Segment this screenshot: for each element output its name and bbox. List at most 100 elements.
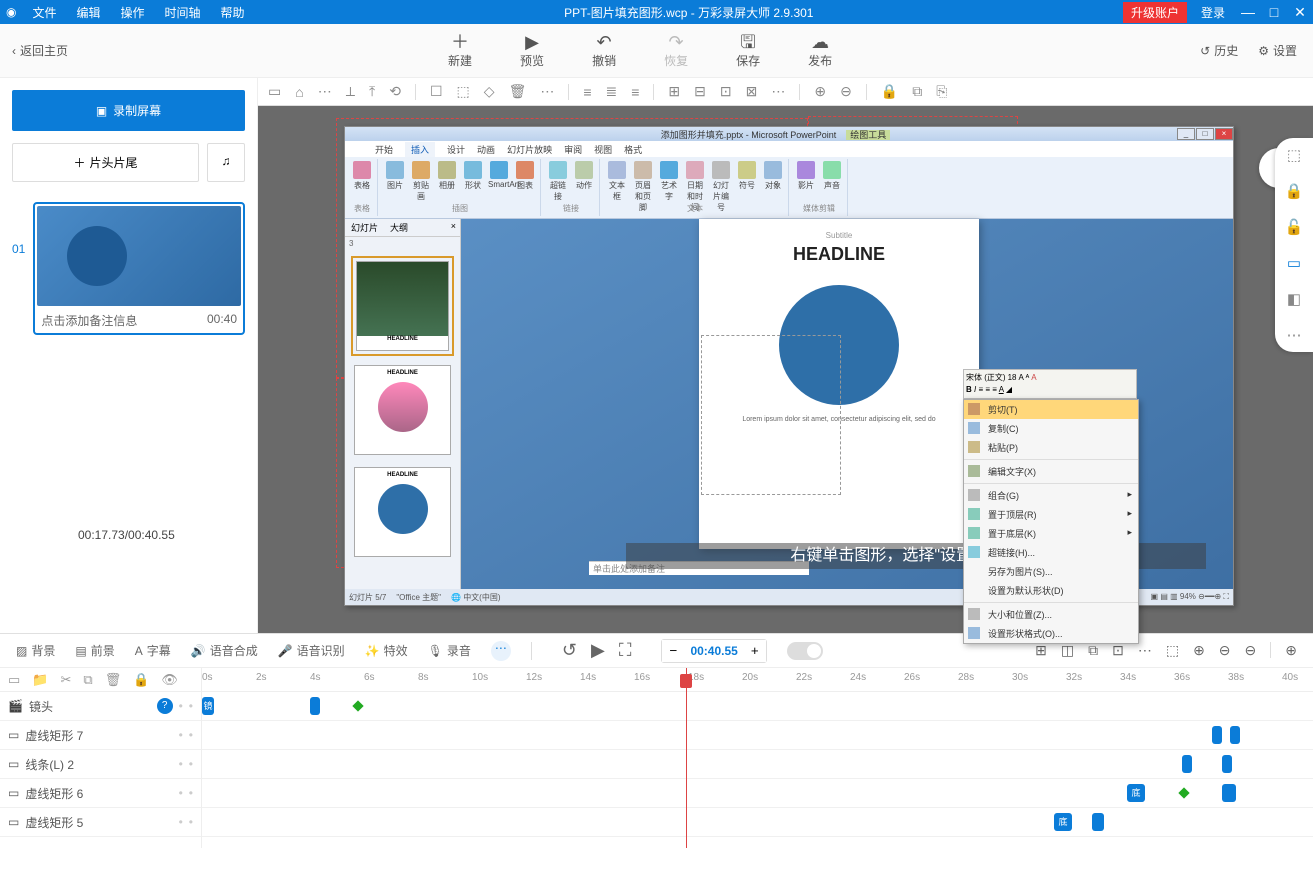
menu-action[interactable]: 操作 bbox=[111, 4, 155, 21]
right-tool-icon[interactable]: ◧ bbox=[1287, 290, 1301, 308]
canvas-tool-icon[interactable]: 🔒 bbox=[881, 83, 898, 100]
track-label[interactable]: ▭虚线矩形 6•• bbox=[0, 779, 201, 808]
timeline-clip[interactable] bbox=[1212, 726, 1222, 744]
canvas-tool-icon[interactable]: ⎘ bbox=[936, 83, 947, 100]
music-button[interactable]: ♫ bbox=[207, 143, 245, 182]
track-label[interactable]: ▭虚线矩形 7•• bbox=[0, 721, 201, 750]
toolbar-撤销[interactable]: ↶撤销 bbox=[592, 32, 616, 69]
ctx-item[interactable]: 编辑文字(X) bbox=[964, 462, 1138, 481]
canvas-tool-icon[interactable]: ⋯ bbox=[540, 83, 554, 100]
timeline-clip[interactable]: 镜 bbox=[202, 697, 214, 715]
ctx-item[interactable]: 剪切(T) bbox=[964, 400, 1138, 419]
minimize-button[interactable]: — bbox=[1235, 4, 1261, 20]
tl-tool-icon[interactable]: ◫ bbox=[1061, 642, 1074, 659]
timeline-clip[interactable] bbox=[1092, 813, 1104, 831]
right-tool-icon[interactable]: 🔓 bbox=[1285, 218, 1304, 236]
toolbar-恢复[interactable]: ↷恢复 bbox=[664, 32, 688, 69]
slide-shape[interactable] bbox=[779, 285, 899, 405]
tl-tool-icon[interactable]: ⬚ bbox=[1166, 642, 1179, 659]
timeline-clip[interactable] bbox=[1222, 755, 1232, 773]
mini-toolbar[interactable]: 宋体 (正文) 18 A ᴬ A B I ≡ ≡ ≡ A ◢ bbox=[963, 369, 1137, 399]
track[interactable]: 底 bbox=[202, 779, 1313, 808]
tl-tool-icon[interactable]: ⊖ bbox=[1245, 642, 1257, 659]
track-label[interactable]: ▭虚线矩形 5•• bbox=[0, 808, 201, 837]
canvas-tool-icon[interactable]: ⊠ bbox=[746, 83, 758, 100]
canvas-tool-icon[interactable]: ≣ bbox=[606, 83, 618, 100]
track-label[interactable]: 🎬镜头?•• bbox=[0, 692, 201, 721]
more-icon[interactable]: ⋯ bbox=[491, 641, 511, 661]
timeline-clip[interactable]: 底 bbox=[1054, 813, 1072, 831]
toggle-switch[interactable] bbox=[787, 642, 823, 660]
timeline-ruler[interactable]: 0s2s4s6s8s10s12s14s16s18s20s22s24s26s28s… bbox=[202, 668, 1313, 692]
timeline-clip[interactable] bbox=[1230, 726, 1240, 744]
canvas-tool-icon[interactable]: ☐ bbox=[430, 83, 443, 100]
play-button[interactable]: ▶ bbox=[591, 640, 605, 661]
canvas-tool-icon[interactable]: 🗑 bbox=[509, 83, 527, 100]
clip-item[interactable]: 01 点击添加备注信息 00:40 bbox=[12, 202, 245, 335]
canvas-tool-icon[interactable]: ⊟ bbox=[694, 83, 706, 100]
toolbar-保存[interactable]: 🖫保存 bbox=[736, 32, 760, 69]
track[interactable] bbox=[202, 721, 1313, 750]
canvas-tool-icon[interactable]: ≡ bbox=[583, 84, 591, 100]
canvas-tool-icon[interactable]: ⊕ bbox=[814, 83, 826, 100]
canvas-tool-icon[interactable]: ⟲ bbox=[389, 83, 401, 100]
right-tool-icon[interactable]: 🔒 bbox=[1285, 182, 1304, 200]
canvas-tool-icon[interactable]: ⊡ bbox=[720, 83, 732, 100]
canvas-tool-icon[interactable]: ◇ bbox=[484, 83, 495, 100]
canvas-tool-icon[interactable]: ⧉ bbox=[912, 83, 922, 100]
ctx-item[interactable]: 置于底层(K)▸ bbox=[964, 524, 1138, 543]
ctx-item[interactable]: 另存为图片(S)... bbox=[964, 562, 1138, 581]
menu-help[interactable]: 帮助 bbox=[211, 4, 255, 21]
record-screen-button[interactable]: ▣ 录制屏幕 bbox=[12, 90, 245, 131]
time-minus[interactable]: − bbox=[662, 640, 684, 662]
toolbar-发布[interactable]: ☁发布 bbox=[808, 32, 832, 69]
track[interactable]: 镜 bbox=[202, 692, 1313, 721]
menu-file[interactable]: 文件 bbox=[22, 4, 66, 21]
ctx-item[interactable]: 粘贴(P) bbox=[964, 438, 1138, 457]
tl-语音合成[interactable]: 🔊 语音合成 bbox=[191, 642, 258, 659]
tl-字幕[interactable]: A 字幕 bbox=[135, 642, 171, 659]
timeline-clip[interactable] bbox=[1182, 755, 1192, 773]
tl-前景[interactable]: ▤ 前景 bbox=[75, 642, 114, 659]
timeline-clip[interactable] bbox=[1222, 784, 1236, 802]
right-tool-icon[interactable]: ⋯ bbox=[1287, 326, 1302, 344]
canvas-tool-icon[interactable]: ⟂ bbox=[346, 83, 355, 100]
clip-note[interactable]: 点击添加备注信息 bbox=[41, 312, 137, 329]
ctx-item[interactable]: 设置形状格式(O)... bbox=[964, 624, 1138, 643]
tl-tool-icon[interactable]: ⊕ bbox=[1285, 642, 1297, 659]
ctx-item[interactable]: 组合(G)▸ bbox=[964, 486, 1138, 505]
toolbar-预览[interactable]: ▶预览 bbox=[520, 32, 544, 69]
toolbar-新建[interactable]: ＋新建 bbox=[448, 32, 472, 69]
ppt-slide-area[interactable]: Subtitle HEADLINE Lorem ipsum dolor sit … bbox=[461, 219, 1233, 589]
canvas-tool-icon[interactable]: ⬚ bbox=[457, 83, 470, 100]
canvas-tool-icon[interactable]: ⋯ bbox=[318, 83, 332, 100]
menu-edit[interactable]: 编辑 bbox=[67, 4, 111, 21]
login-button[interactable]: 登录 bbox=[1191, 4, 1235, 21]
menu-timeline[interactable]: 时间轴 bbox=[155, 4, 211, 21]
tl-tool-icon[interactable]: ⊡ bbox=[1112, 642, 1124, 659]
ctx-item[interactable]: 超链接(H)... bbox=[964, 543, 1138, 562]
time-plus[interactable]: + bbox=[744, 640, 766, 662]
track-label[interactable]: ▭线条(L) 2•• bbox=[0, 750, 201, 779]
clip-thumbnail[interactable] bbox=[37, 206, 241, 306]
tl-背景[interactable]: ▨ 背景 bbox=[16, 642, 55, 659]
playhead[interactable] bbox=[686, 668, 687, 848]
replay-button[interactable]: ↺ bbox=[562, 640, 577, 661]
tl-录音[interactable]: 🎙 录音 bbox=[428, 642, 471, 659]
canvas-tool-icon[interactable]: ⤒ bbox=[369, 83, 375, 100]
upgrade-button[interactable]: 升级账户 bbox=[1123, 2, 1187, 23]
maximize-button[interactable]: □ bbox=[1261, 4, 1287, 20]
right-tool-icon[interactable]: ⬚ bbox=[1287, 146, 1301, 164]
settings-button[interactable]: ⚙设置 bbox=[1258, 42, 1297, 59]
tl-tool-icon[interactable]: ⊖ bbox=[1219, 642, 1231, 659]
tl-tool-icon[interactable]: ⊞ bbox=[1035, 642, 1047, 659]
tl-tool-icon[interactable]: ⋯ bbox=[1138, 642, 1152, 659]
timeline-clip[interactable] bbox=[310, 697, 320, 715]
canvas-tool-icon[interactable]: ▭ bbox=[268, 83, 281, 100]
tl-tool-icon[interactable]: ⧉ bbox=[1088, 642, 1098, 659]
back-button[interactable]: ‹ 返回主页 bbox=[0, 42, 80, 59]
ctx-item[interactable]: 复制(C) bbox=[964, 419, 1138, 438]
canvas-tool-icon[interactable]: ⊖ bbox=[840, 83, 852, 100]
tl-特效[interactable]: ✨ 特效 bbox=[365, 642, 408, 659]
history-button[interactable]: ↺历史 bbox=[1200, 42, 1238, 59]
